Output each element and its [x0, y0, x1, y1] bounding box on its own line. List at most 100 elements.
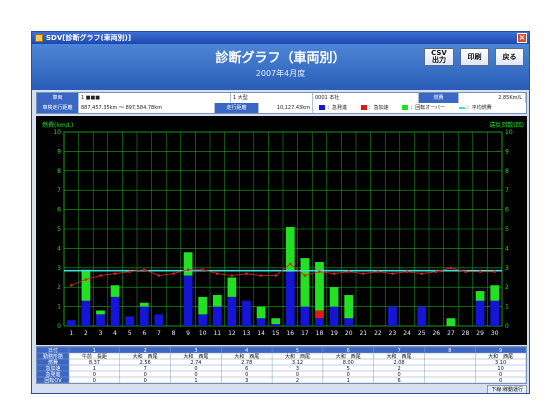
- x-tick-label: 24: [403, 330, 411, 337]
- x-tick-label: 28: [462, 330, 470, 337]
- fuel-point: [128, 270, 131, 273]
- fuel-point: [435, 270, 438, 273]
- vehicle-label: 車両: [37, 93, 79, 103]
- table-cell: 大和 西尾: [183, 353, 208, 360]
- print-button[interactable]: 印刷: [460, 48, 489, 66]
- legend-label-rpm-over: ：回転オーバー: [410, 105, 446, 111]
- x-tick-label: 16: [286, 330, 294, 337]
- bar-sudden-start: [81, 300, 91, 326]
- page-title: 診断グラフ（車両別）: [215, 51, 346, 66]
- chart-legend: ：急発進 ：急加速 ：回転オーバー ：平均燃費: [313, 103, 526, 113]
- bar-sudden-start: [242, 300, 251, 326]
- legend-swatch-sudden-start: [319, 105, 325, 110]
- x-tick-label: 30: [491, 330, 499, 337]
- app-icon: [35, 34, 43, 42]
- legend-swatch-rpm-over: [402, 105, 409, 110]
- legend-swatch-sudden-accel: [360, 105, 367, 110]
- x-tick-label: 22: [374, 330, 382, 337]
- back-button[interactable]: 戻る: [495, 48, 524, 66]
- daily-summary-table: 日付 勤務形態 燃費 急加速 急発進 回転OV 1 午前 長距 8.37 1 0 0 2 大和 西尾 2.5…: [36, 346, 527, 384]
- bar-sudden-start: [96, 314, 105, 326]
- fuel-point: [143, 268, 146, 272]
- bar-rpm-over: [256, 306, 266, 319]
- fuel-point: [376, 270, 380, 273]
- report-header: 診断グラフ（車両別） 2007年4月度 CSV 出力 印刷 戻る: [32, 44, 529, 90]
- report-period: 2007年4月度: [255, 69, 306, 78]
- title-bar: SDV[診断グラフ(車両別)] ×: [32, 32, 529, 44]
- row-label: 燃費: [48, 359, 58, 366]
- bar-sudden-start: [315, 318, 324, 326]
- bar-sudden-start: [198, 314, 208, 326]
- table-cell: 1: [194, 378, 197, 383]
- table-cell: 大和 西尾: [336, 353, 361, 360]
- legend-swatch-avg-fuel: [458, 106, 465, 109]
- app-window: SDV[診断グラフ(車両別)] × 診断グラフ（車両別） 2007年4月度 CS…: [31, 31, 530, 394]
- x-tick-label: 2: [84, 330, 88, 337]
- y2-tick-label: 4: [505, 245, 509, 252]
- footer: 下線:稼動運行: [36, 385, 527, 393]
- y2-tick-label: 7: [505, 187, 509, 194]
- x-tick-label: 17: [301, 330, 309, 337]
- x-tick-label: 25: [418, 330, 426, 337]
- fuel-point: [157, 274, 161, 277]
- bar-sudden-start: [110, 296, 120, 326]
- fuel-point: [391, 272, 394, 275]
- vehicle-info-panel: 車両 1 ■■■ 1 大型 0001 本社 燃費 2.85Km/L 車検走行距離…: [36, 92, 527, 114]
- y-tick-label: 8: [57, 168, 61, 175]
- vehicle-value: 1 ■■■: [79, 93, 231, 103]
- y-tick-label: 4: [57, 245, 61, 252]
- table-cell: 大和 西尾: [133, 353, 158, 360]
- x-tick-label: 3: [99, 330, 103, 337]
- y2-tick-label: 3: [505, 265, 509, 272]
- bar-rpm-over: [475, 291, 485, 301]
- fuel-point: [347, 270, 351, 273]
- row-label: 急発進: [45, 371, 60, 378]
- row-label: 勤務形態: [43, 353, 63, 360]
- bar-sudden-start: [490, 300, 500, 326]
- x-tick-label: 18: [316, 330, 324, 337]
- bar-sudden-start: [227, 296, 237, 326]
- y-tick-label: 5: [57, 226, 61, 233]
- bar-sudden-start: [256, 318, 266, 326]
- x-tick-label: 6: [142, 330, 146, 337]
- row-label: 回転OV: [44, 378, 62, 383]
- table-cell: 3: [245, 378, 248, 383]
- y-tick-label: 2: [57, 284, 61, 291]
- bar-rpm-over: [344, 294, 354, 319]
- bar-sudden-start: [271, 324, 281, 326]
- fuel-point: [216, 272, 219, 275]
- bar-sudden-start: [344, 318, 354, 326]
- row-label: 急加速: [45, 365, 60, 372]
- y2-tick-label: 8: [505, 168, 509, 175]
- close-icon[interactable]: ×: [517, 33, 527, 43]
- bar-sudden-accel: [315, 310, 324, 319]
- fuel-point: [274, 274, 277, 277]
- csv-button-line2: 出力: [432, 56, 446, 64]
- fuel-point: [259, 274, 263, 277]
- bar-sudden-start: [66, 320, 76, 326]
- bar-rpm-over: [110, 285, 120, 297]
- bar-rpm-over: [212, 294, 222, 307]
- fuel-point: [186, 268, 190, 272]
- bar-rpm-over: [139, 302, 149, 307]
- y2-tick-label: 2: [505, 284, 509, 291]
- x-tick-label: 11: [213, 330, 221, 337]
- y2-axis-title: 違反回数(回): [489, 121, 524, 129]
- summary-grid: 日付勤務形態燃費急加速急発進回転OV1午前 長距8.371002大和 西尾2.5…: [37, 346, 527, 384]
- csv-export-button[interactable]: CSV 出力: [424, 48, 454, 66]
- y-tick-label: 7: [57, 187, 61, 194]
- header-row: [37, 347, 526, 353]
- fuel-point: [289, 262, 292, 266]
- bar-sudden-start: [154, 314, 164, 326]
- bar-rpm-over: [81, 269, 91, 301]
- fuel-point: [70, 283, 73, 287]
- x-tick-label: 13: [243, 330, 251, 337]
- y2-tick-label: 6: [505, 207, 509, 214]
- table-cell: 午前 長距: [82, 353, 107, 360]
- table-cell: 大和 西尾: [488, 353, 513, 360]
- x-tick-label: 8: [172, 330, 176, 337]
- distance-label: 走行距離: [215, 103, 259, 113]
- window-title: SDV[診断グラフ(車両別)]: [46, 34, 132, 42]
- y2-tick-label: 1: [505, 304, 509, 311]
- x-tick-label: 10: [199, 330, 207, 337]
